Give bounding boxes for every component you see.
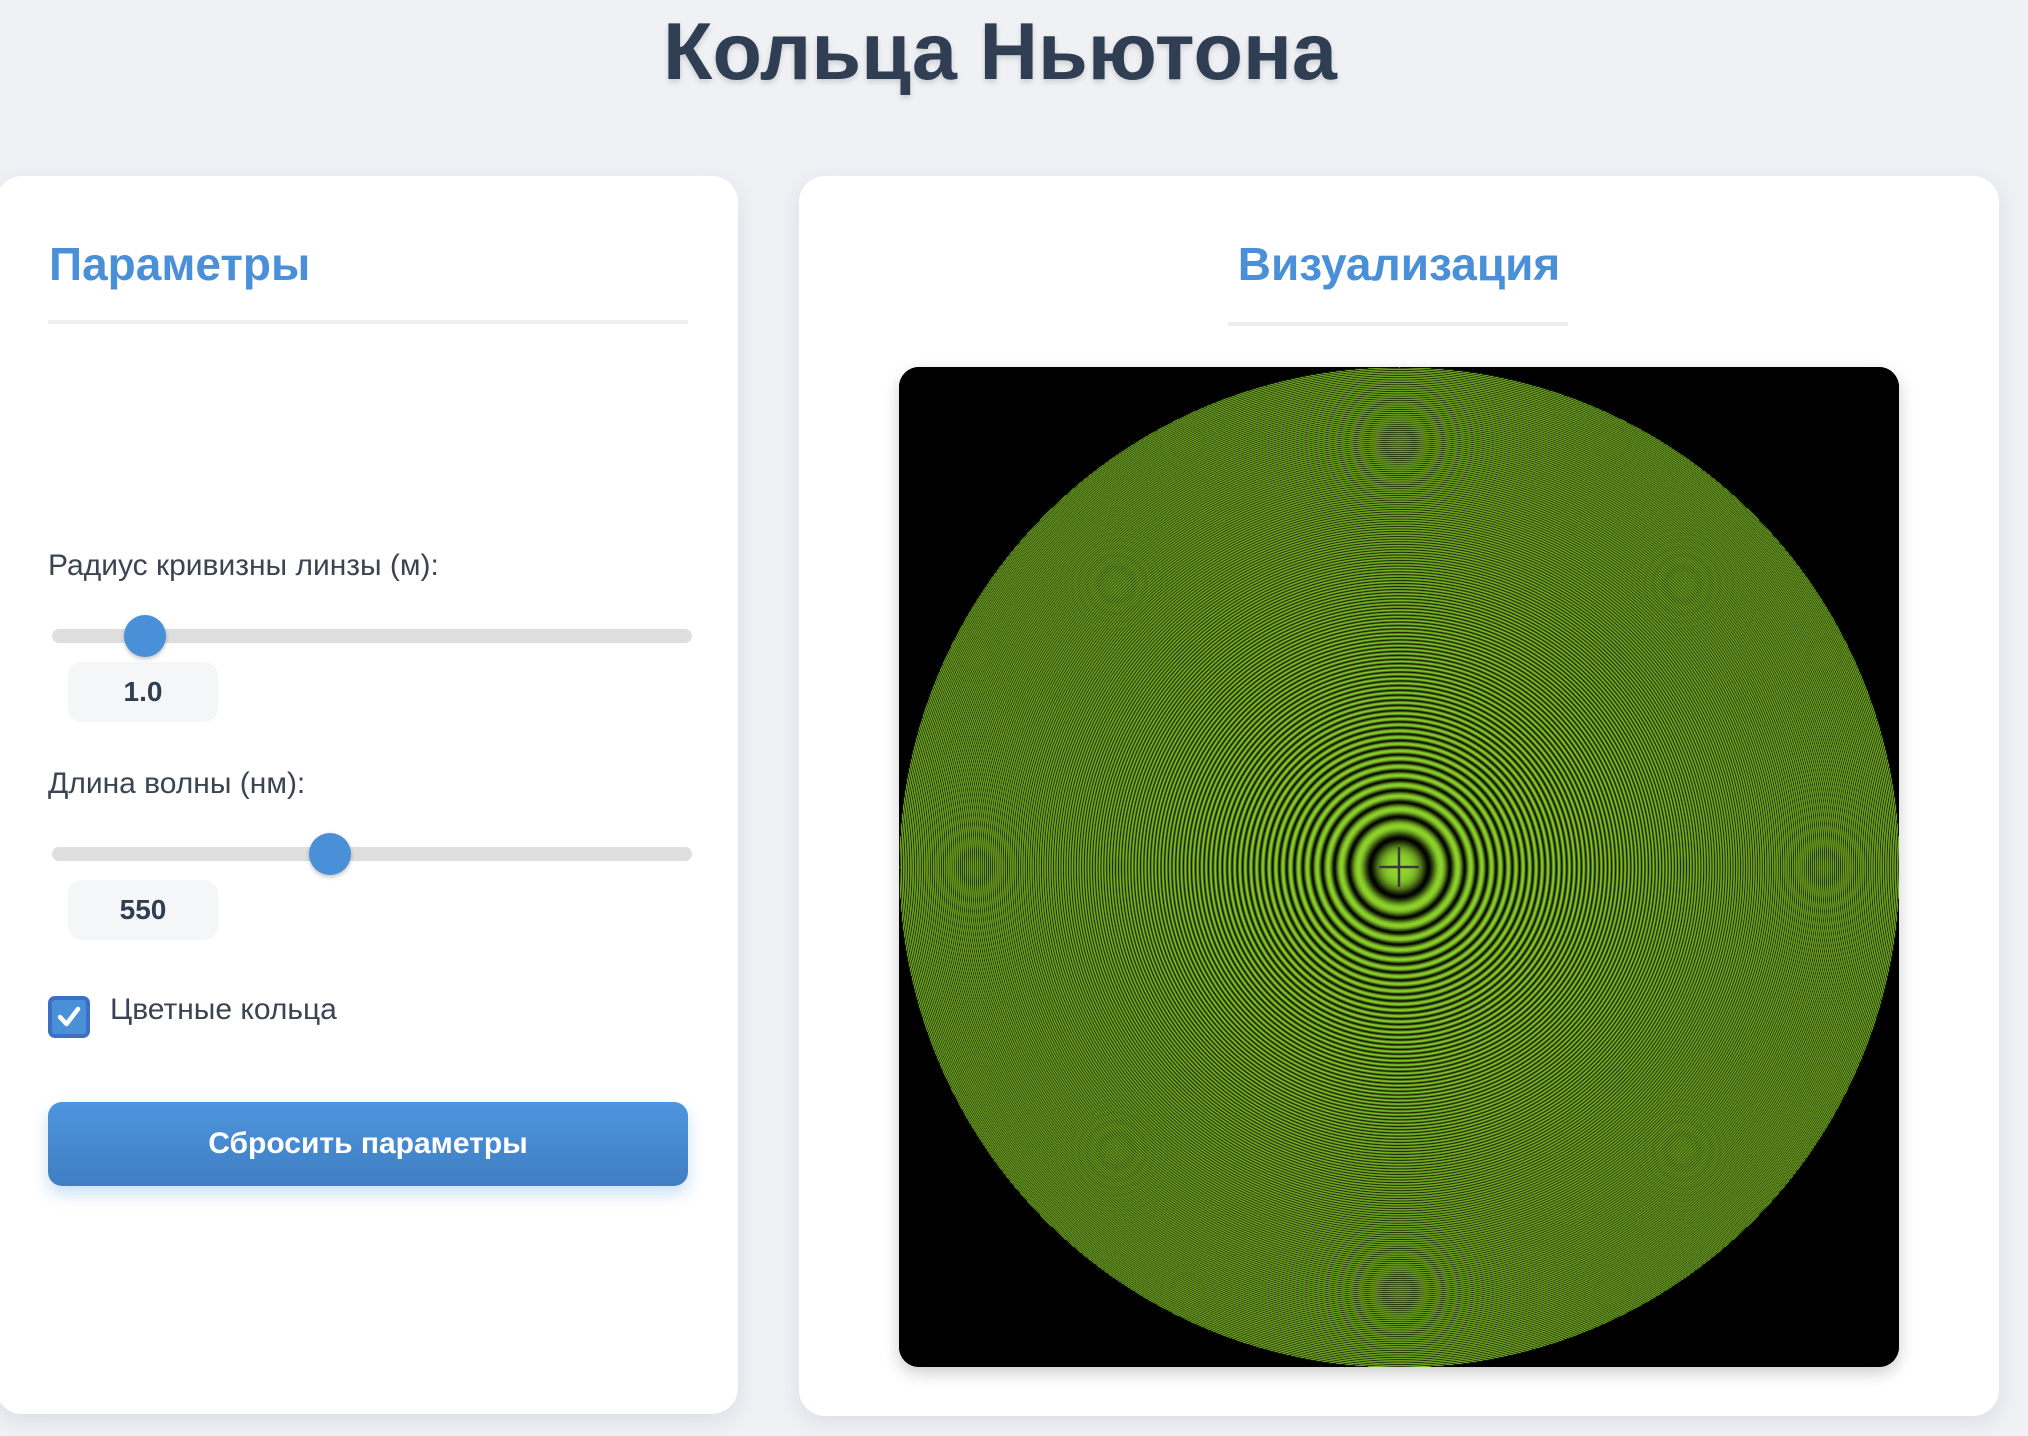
radius-label: Радиус кривизны линзы (м):: [48, 549, 439, 582]
page-title: Кольца Ньютона: [663, 7, 1337, 97]
radius-slider-thumb[interactable]: [124, 615, 166, 657]
parameters-divider: [48, 320, 688, 324]
wavelength-label: Длина волны (нм):: [48, 767, 306, 800]
wavelength-slider[interactable]: [52, 833, 692, 875]
page: Кольца Ньютона Параметры Радиус кривизны…: [0, 0, 2028, 1436]
visualization-divider: [1228, 322, 1568, 326]
newton-rings-canvas[interactable]: [899, 367, 1899, 1367]
radius-slider[interactable]: [52, 615, 692, 657]
wavelength-slider-track[interactable]: [52, 847, 692, 861]
colored-rings-label: Цветные кольца: [110, 993, 337, 1026]
parameters-panel: Параметры Радиус кривизны линзы (м): 1.0…: [0, 176, 738, 1414]
wavelength-value: 550: [68, 880, 218, 940]
parameters-title: Параметры: [49, 238, 311, 290]
wavelength-slider-thumb[interactable]: [309, 833, 351, 875]
checkmark-icon: [57, 1006, 81, 1027]
center-crosshair-icon: [1379, 847, 1419, 887]
visualization-panel: Визуализация: [799, 176, 1999, 1416]
visualization-title: Визуализация: [1237, 238, 1561, 290]
colored-rings-checkbox[interactable]: [48, 996, 90, 1038]
radius-value: 1.0: [68, 662, 218, 722]
reset-parameters-button[interactable]: Сбросить параметры: [48, 1102, 688, 1186]
